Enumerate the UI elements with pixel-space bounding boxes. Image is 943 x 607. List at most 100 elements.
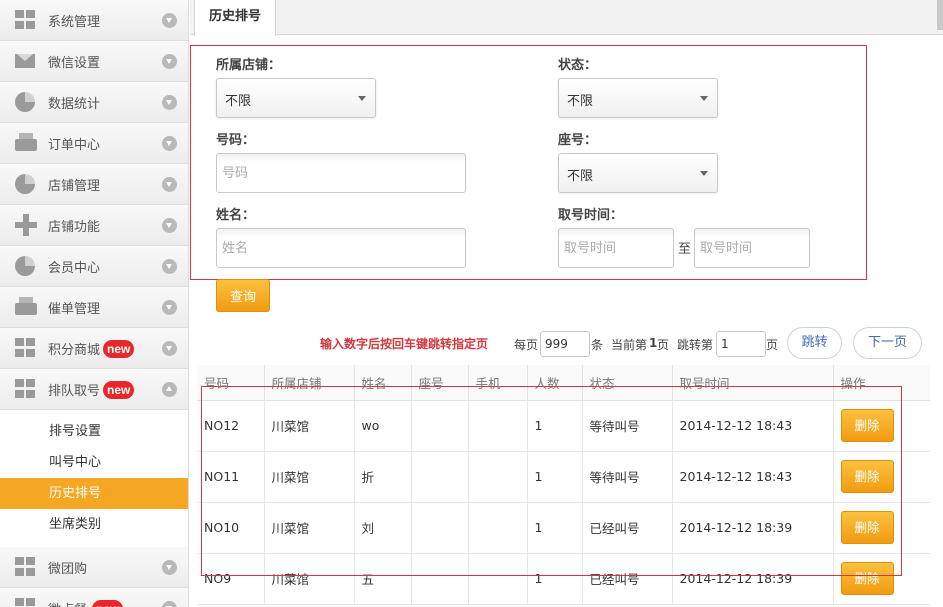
grid-icon <box>15 10 37 30</box>
cell-status: 等待叫号 <box>582 451 673 503</box>
printer-icon <box>15 133 37 153</box>
tab-bar: 历史排号 <box>190 0 943 36</box>
time-to-input[interactable] <box>694 228 810 268</box>
tab-history-queue[interactable]: 历史排号 <box>194 0 276 36</box>
cell-action: 删除 <box>833 451 930 503</box>
filter-panel: 所属店铺： 不限 状态： 不限 号码： 座号： 不限 姓名： 取号时间： 至 <box>190 45 867 280</box>
sidebar-item-label: 会员中心 <box>48 261 101 276</box>
cell-name: 折 <box>354 451 412 503</box>
sidebar-item-ordering[interactable]: 微点餐 new <box>0 588 188 607</box>
sidebar-item-label: 催单管理 <box>48 302 101 317</box>
query-button[interactable]: 查询 <box>216 279 270 312</box>
cell-store: 川菜馆 <box>264 502 355 554</box>
per-page-label: 每页 <box>514 338 539 352</box>
seat-select[interactable]: 不限 <box>558 153 718 193</box>
sidebar-item-label: 订单中心 <box>48 138 101 153</box>
sidebar-item-label: 微信设置 <box>48 56 101 71</box>
chevron-down-icon[interactable] <box>162 218 177 233</box>
submenu-item-call-center[interactable]: 叫号中心 <box>0 447 188 478</box>
sidebar-item-reminders[interactable]: 催单管理 <box>0 287 188 328</box>
sidebar-item-members[interactable]: 会员中心 <box>0 246 188 287</box>
pie-chart-icon <box>15 92 35 112</box>
chevron-down-icon[interactable] <box>162 341 177 356</box>
chevron-down-icon[interactable] <box>162 13 177 28</box>
col-number: 号码 <box>197 365 265 401</box>
status-select-value: 不限 <box>567 94 594 109</box>
sidebar-item-group-buy[interactable]: 微团购 <box>0 547 188 588</box>
submenu-item-seat-types[interactable]: 坐席类别 <box>0 509 188 540</box>
grid-icon <box>15 557 37 577</box>
store-select[interactable]: 不限 <box>216 78 376 118</box>
chevron-up-icon[interactable] <box>162 382 177 397</box>
col-people: 人数 <box>527 365 583 401</box>
status-select[interactable]: 不限 <box>558 78 718 118</box>
sidebar-item-store-management[interactable]: 店铺管理 <box>0 164 188 205</box>
sidebar-item-queue[interactable]: 排队取号 new <box>0 369 188 410</box>
per-page-unit: 条 <box>591 338 604 352</box>
chevron-down-icon[interactable] <box>162 54 177 69</box>
cell-number: NO10 <box>197 502 265 554</box>
cell-people: 1 <box>527 400 583 452</box>
cell-seat <box>411 502 469 554</box>
chevron-down-icon[interactable] <box>162 560 177 575</box>
jump-page-input[interactable] <box>716 331 766 357</box>
cell-seat <box>411 451 469 503</box>
grid-icon <box>15 598 37 607</box>
chevron-down-icon[interactable] <box>162 136 177 151</box>
jump-suffix: 页 <box>766 338 779 352</box>
cell-seat <box>411 553 469 605</box>
delete-button[interactable]: 删除 <box>840 562 894 595</box>
time-from-input[interactable] <box>558 228 674 268</box>
sidebar-item-statistics[interactable]: 数据统计 <box>0 82 188 123</box>
col-name: 姓名 <box>354 365 412 401</box>
caret-down-icon <box>700 171 708 176</box>
name-input[interactable] <box>216 228 466 268</box>
submenu-item-history[interactable]: 历史排号 <box>0 478 188 509</box>
sidebar-item-system[interactable]: 系统管理 <box>0 0 188 41</box>
cell-status: 等待叫号 <box>582 400 673 452</box>
jump-prefix: 跳转第 <box>677 338 714 352</box>
grid-icon <box>15 338 37 358</box>
submenu-item-queue-settings[interactable]: 排号设置 <box>0 416 188 447</box>
cell-time: 2014-12-12 18:43 <box>672 400 834 452</box>
seat-select-value: 不限 <box>567 169 594 184</box>
scrollbar[interactable] <box>937 0 943 30</box>
cell-phone <box>468 502 528 554</box>
sidebar-item-points-mall[interactable]: 积分商城 new <box>0 328 188 369</box>
mail-icon <box>15 54 35 68</box>
cell-store: 川菜馆 <box>264 451 355 503</box>
cell-action: 删除 <box>833 400 930 452</box>
chevron-down-icon[interactable] <box>162 177 177 192</box>
col-seat: 座号 <box>411 365 469 401</box>
chevron-down-icon[interactable] <box>162 300 177 315</box>
number-input[interactable] <box>216 153 466 193</box>
to-label: 至 <box>678 242 692 257</box>
delete-button[interactable]: 删除 <box>840 511 894 544</box>
cell-phone <box>468 451 528 503</box>
new-badge: new <box>103 381 135 399</box>
col-phone: 手机 <box>468 365 528 401</box>
pie-chart-icon <box>15 174 35 194</box>
table-row: NO11 川菜馆 折 1 等待叫号 2014-12-12 18:43 删除 <box>197 451 930 503</box>
cell-time: 2014-12-12 18:43 <box>672 451 834 503</box>
next-page-button[interactable]: 下一页 <box>853 327 922 359</box>
cell-seat <box>411 400 469 452</box>
delete-button[interactable]: 删除 <box>840 460 894 493</box>
chevron-down-icon[interactable] <box>162 601 177 607</box>
jump-button[interactable]: 跳转 <box>787 327 842 359</box>
delete-button[interactable]: 删除 <box>840 409 894 442</box>
cell-people: 1 <box>527 502 583 554</box>
new-badge: new <box>103 340 135 358</box>
per-page-input[interactable] <box>540 331 590 357</box>
chevron-down-icon[interactable] <box>162 259 177 274</box>
table-row: NO12 川菜馆 wo 1 等待叫号 2014-12-12 18:43 删除 <box>197 400 930 452</box>
cell-status: 已经叫号 <box>582 553 673 605</box>
sidebar-item-label: 店铺功能 <box>48 220 101 235</box>
cell-phone <box>468 400 528 452</box>
pie-chart-icon <box>15 256 35 276</box>
sidebar-item-store-features[interactable]: 店铺功能 <box>0 205 188 246</box>
sidebar-item-orders[interactable]: 订单中心 <box>0 123 188 164</box>
chevron-down-icon[interactable] <box>162 95 177 110</box>
sidebar-item-wechat[interactable]: 微信设置 <box>0 41 188 82</box>
sidebar-item-label: 微团购 <box>48 562 88 577</box>
